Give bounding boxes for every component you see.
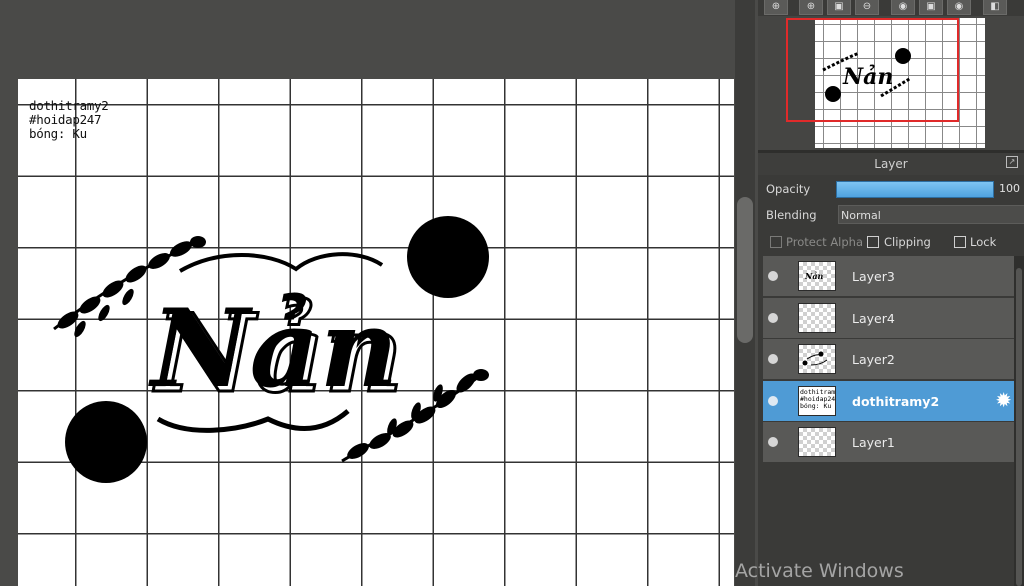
- layer-name: dothitramy2: [852, 393, 940, 409]
- layer-row-layer4[interactable]: Layer4: [763, 297, 1014, 338]
- zoom-fit-icon[interactable]: ⊕: [764, 0, 788, 15]
- drawing-canvas[interactable]: dothitramy2 #hoidap247 bóng: Ku Nản Nản: [18, 79, 734, 586]
- navigator-viewport-frame[interactable]: [786, 18, 959, 122]
- svg-text:Nản: Nản: [804, 271, 823, 281]
- opacity-label: Opacity: [766, 182, 811, 196]
- visibility-toggle-icon[interactable]: [768, 354, 778, 364]
- popout-icon[interactable]: ↗: [1006, 156, 1018, 168]
- circle-top-right: [407, 216, 489, 298]
- right-panel: ⊕ ⊕ ▣ ⊖ ◉ ▣ ◉ ◧ Nản Layer ↗ Opacity 100 …: [758, 0, 1024, 586]
- layer-row-layer2[interactable]: Layer2: [763, 339, 1014, 379]
- layer-name: Layer3: [852, 269, 895, 284]
- layer-row-layer1[interactable]: Layer1: [763, 422, 1014, 462]
- layer-thumbnail: [798, 344, 836, 374]
- layer-name: Layer1: [852, 435, 895, 450]
- clipping-checkbox[interactable]: [867, 236, 879, 248]
- title-lettering: Nản: [148, 286, 398, 412]
- flip-icon[interactable]: ◧: [983, 0, 1007, 15]
- fit-window-icon[interactable]: ▣: [827, 0, 851, 15]
- protect-alpha-label: Protect Alpha: [786, 235, 864, 249]
- layer-name: Layer2: [852, 352, 895, 367]
- layer-row-dothitramy2[interactable]: dothitramy2 #hoidap247 bóng: Ku dothitra…: [763, 380, 1014, 421]
- zoom-out-icon[interactable]: ⊖: [855, 0, 879, 15]
- svg-text:bóng: Ku: bóng: Ku: [800, 402, 831, 410]
- activate-windows-watermark: Activate Windows: [735, 560, 904, 582]
- layer-panel-title: Layer: [874, 157, 908, 171]
- visibility-toggle-icon[interactable]: [768, 437, 778, 447]
- blending-label: Blending: [766, 208, 817, 222]
- workspace: dothitramy2 #hoidap247 bóng: Ku Nản Nản: [0, 0, 758, 586]
- visibility-toggle-icon[interactable]: [768, 395, 778, 406]
- rotate-right-icon[interactable]: ◉: [947, 0, 971, 15]
- layer-thumbnail: [798, 302, 836, 333]
- clipping-label: Clipping: [884, 235, 931, 249]
- blending-select[interactable]: Normal: [838, 205, 1024, 224]
- navigator-preview[interactable]: Nản: [758, 16, 1024, 150]
- lock-label: Lock: [970, 235, 997, 249]
- protect-alpha-checkbox[interactable]: [770, 236, 782, 248]
- blending-value: Normal: [841, 209, 881, 222]
- reset-rotation-icon[interactable]: ▣: [919, 0, 943, 15]
- gear-icon[interactable]: ✹: [995, 390, 1012, 410]
- zoom-in-icon[interactable]: ⊕: [799, 0, 823, 15]
- layer-thumbnail: dothitramy2 #hoidap247 bóng: Ku: [798, 385, 836, 416]
- lock-checkbox[interactable]: [954, 236, 966, 248]
- rotate-left-icon[interactable]: ◉: [891, 0, 915, 15]
- layer-row-layer3[interactable]: Nản Layer3: [763, 256, 1014, 296]
- opacity-value: 100 %: [999, 182, 1024, 195]
- layer-thumbnail: Nản: [798, 261, 836, 291]
- layer-list-scroll-thumb[interactable]: [1016, 268, 1022, 586]
- visibility-toggle-icon[interactable]: [768, 271, 778, 281]
- opacity-slider[interactable]: [836, 181, 994, 198]
- visibility-toggle-icon[interactable]: [768, 312, 778, 323]
- layer-name: Layer4: [852, 310, 895, 326]
- circle-bottom-left: [65, 401, 147, 483]
- layer-list: Nản Layer3 Layer4 Layer2 dothitram #hoid…: [763, 256, 1014, 464]
- canvas-artwork: Nản Nản: [53, 216, 489, 483]
- layer-thumbnail: [798, 427, 836, 457]
- navigator-toolbar: ⊕ ⊕ ▣ ⊖ ◉ ▣ ◉ ◧: [758, 0, 1024, 16]
- layer-panel-header: Layer ↗: [758, 153, 1024, 175]
- canvas-scroll-thumb[interactable]: [737, 197, 753, 343]
- top-swash: [178, 252, 384, 273]
